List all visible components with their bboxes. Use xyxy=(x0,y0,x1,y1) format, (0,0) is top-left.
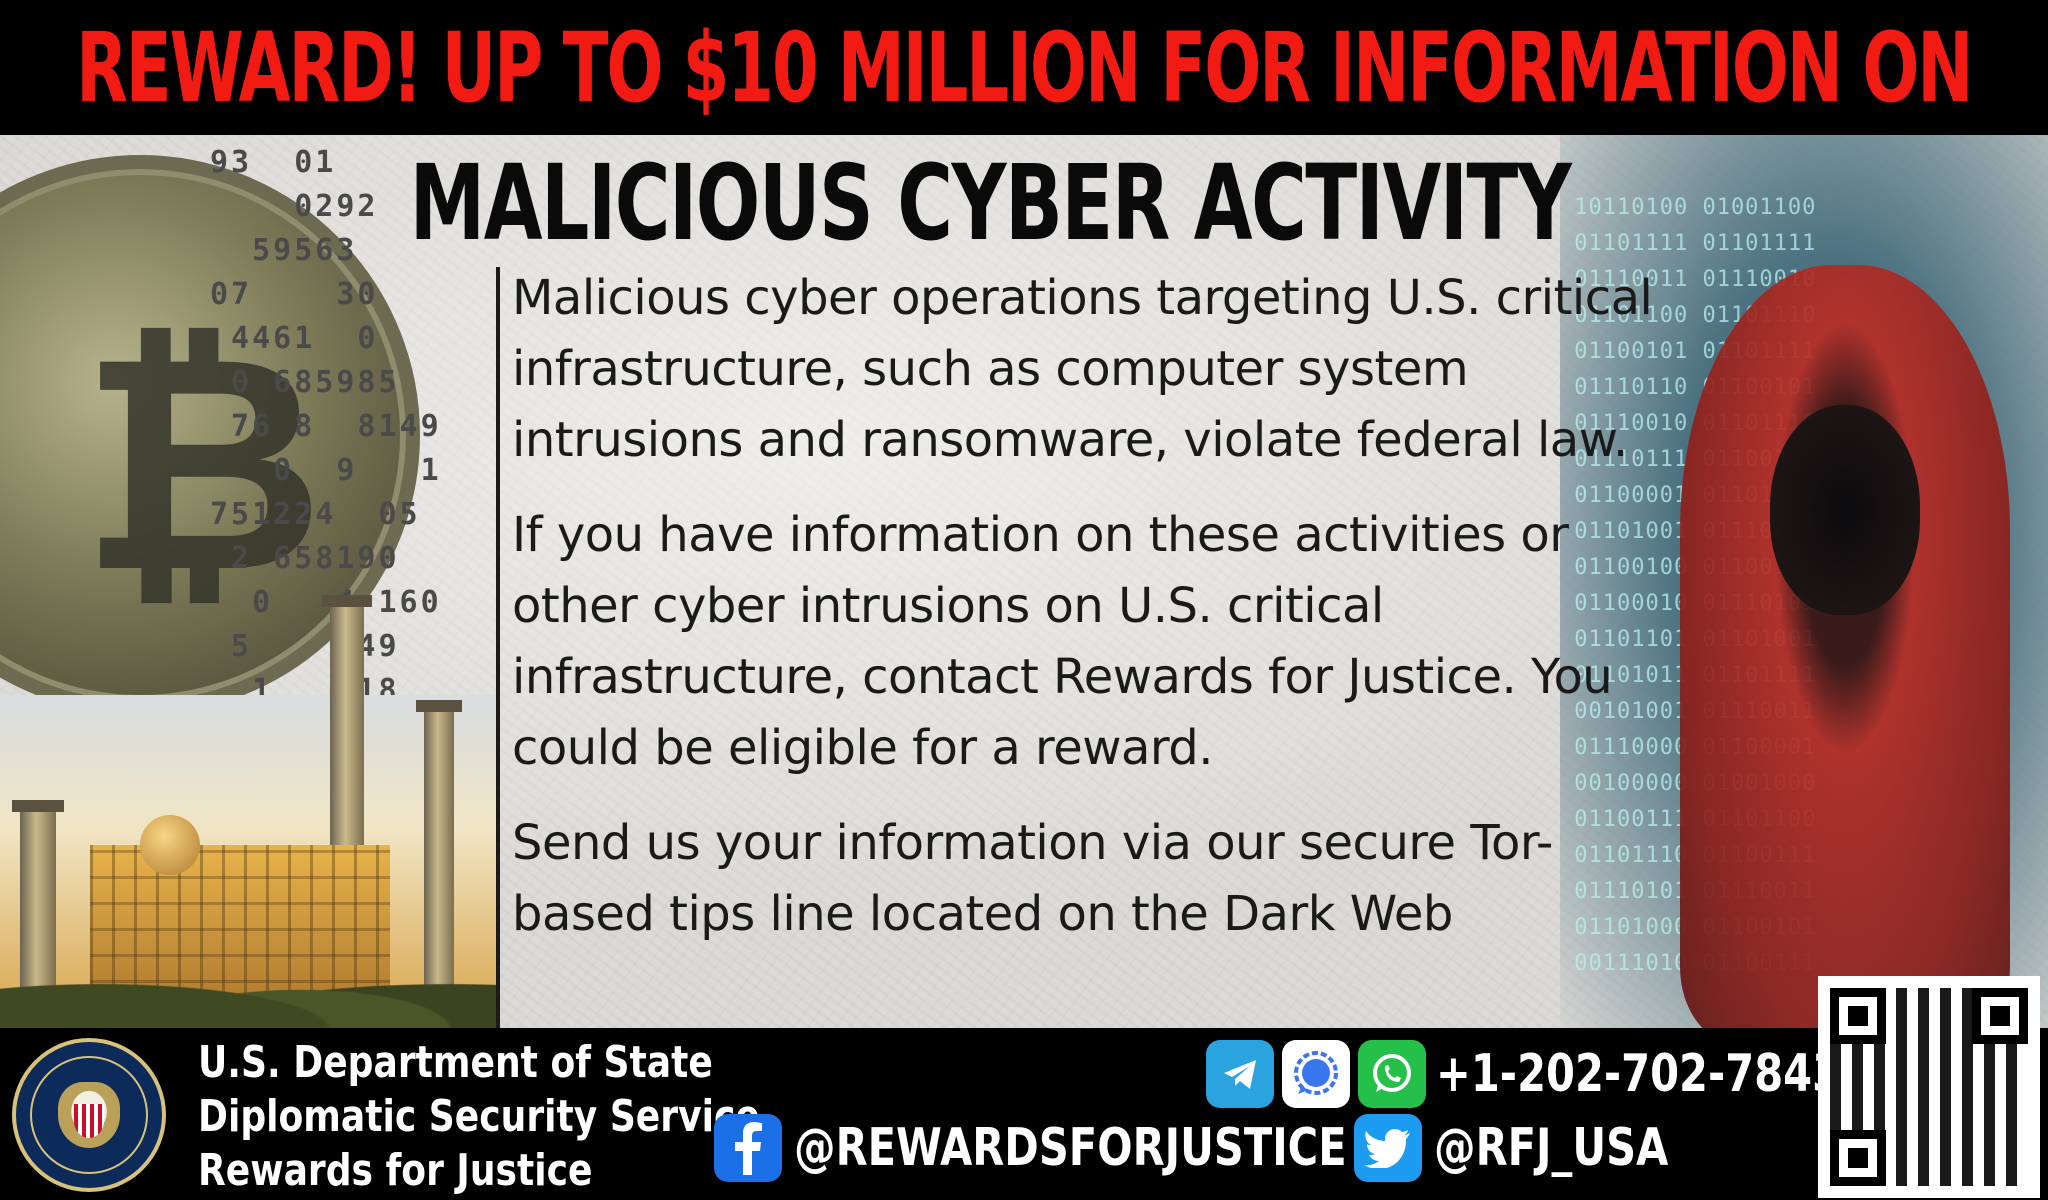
twitter-icon[interactable] xyxy=(1354,1114,1422,1182)
agency-line-rfj: Rewards for Justice xyxy=(198,1145,593,1196)
qr-finder-pattern xyxy=(1830,988,1886,1044)
smokestack-top xyxy=(12,800,64,812)
reward-headline: REWARD! UP TO $10 MILLION FOR INFORMATIO… xyxy=(76,11,1973,124)
hooded-figure-face xyxy=(1770,405,1920,615)
facebook-handle[interactable]: @REWARDSFORJUSTICE xyxy=(794,1114,1347,1182)
agency-line-state: U.S. Department of State xyxy=(198,1037,713,1088)
left-artwork: ₿ 93 01 0292 59563 07 30 4461 0 0 685985… xyxy=(0,135,500,1028)
top-banner: REWARD! UP TO $10 MILLION FOR INFORMATIO… xyxy=(0,0,2048,135)
department-of-state-seal xyxy=(12,1038,166,1192)
tips-phone-number[interactable]: +1-202-702-7843 xyxy=(1436,1040,1841,1108)
smokestack-top xyxy=(416,700,462,712)
subheadline-wrap: MALICIOUS CYBER ACTIVITY xyxy=(300,143,1680,263)
signal-icon[interactable] xyxy=(1282,1040,1350,1108)
footer-bar: U.S. Department of State Diplomatic Secu… xyxy=(0,976,2048,1200)
qr-code-modules xyxy=(1830,988,2028,1186)
plant-tank xyxy=(140,815,200,875)
text-divider xyxy=(496,267,500,1028)
poster-body: ₿ 93 01 0292 59563 07 30 4461 0 0 685985… xyxy=(0,135,2048,1028)
telegram-icon[interactable] xyxy=(1206,1040,1274,1108)
whatsapp-icon[interactable] xyxy=(1358,1040,1426,1108)
twitter-handle[interactable]: @RFJ_USA xyxy=(1434,1114,1668,1182)
qr-code[interactable] xyxy=(1818,976,2040,1198)
paragraph-contact: If you have information on these activit… xyxy=(512,507,1613,776)
agency-line-dss: Diplomatic Security Service xyxy=(198,1091,760,1142)
agency-names: U.S. Department of State Diplomatic Secu… xyxy=(198,1036,760,1198)
qr-finder-pattern xyxy=(1830,1130,1886,1186)
subheadline: MALICIOUS CYBER ACTIVITY xyxy=(409,143,1572,263)
hooded-figure-image xyxy=(1680,265,2010,1028)
facebook-icon[interactable] xyxy=(714,1114,782,1182)
paragraph-tor-tips: Send us your information via our secure … xyxy=(512,815,1553,942)
smokestack-top xyxy=(322,595,372,607)
paragraph-operations: Malicious cyber operations targeting U.S… xyxy=(512,270,1653,468)
qr-finder-pattern xyxy=(1972,988,2028,1044)
body-text: Malicious cyber operations targeting U.S… xyxy=(512,263,1662,974)
power-plant-image xyxy=(0,565,500,1028)
shield-icon xyxy=(74,1104,104,1138)
bushes xyxy=(0,950,500,1028)
